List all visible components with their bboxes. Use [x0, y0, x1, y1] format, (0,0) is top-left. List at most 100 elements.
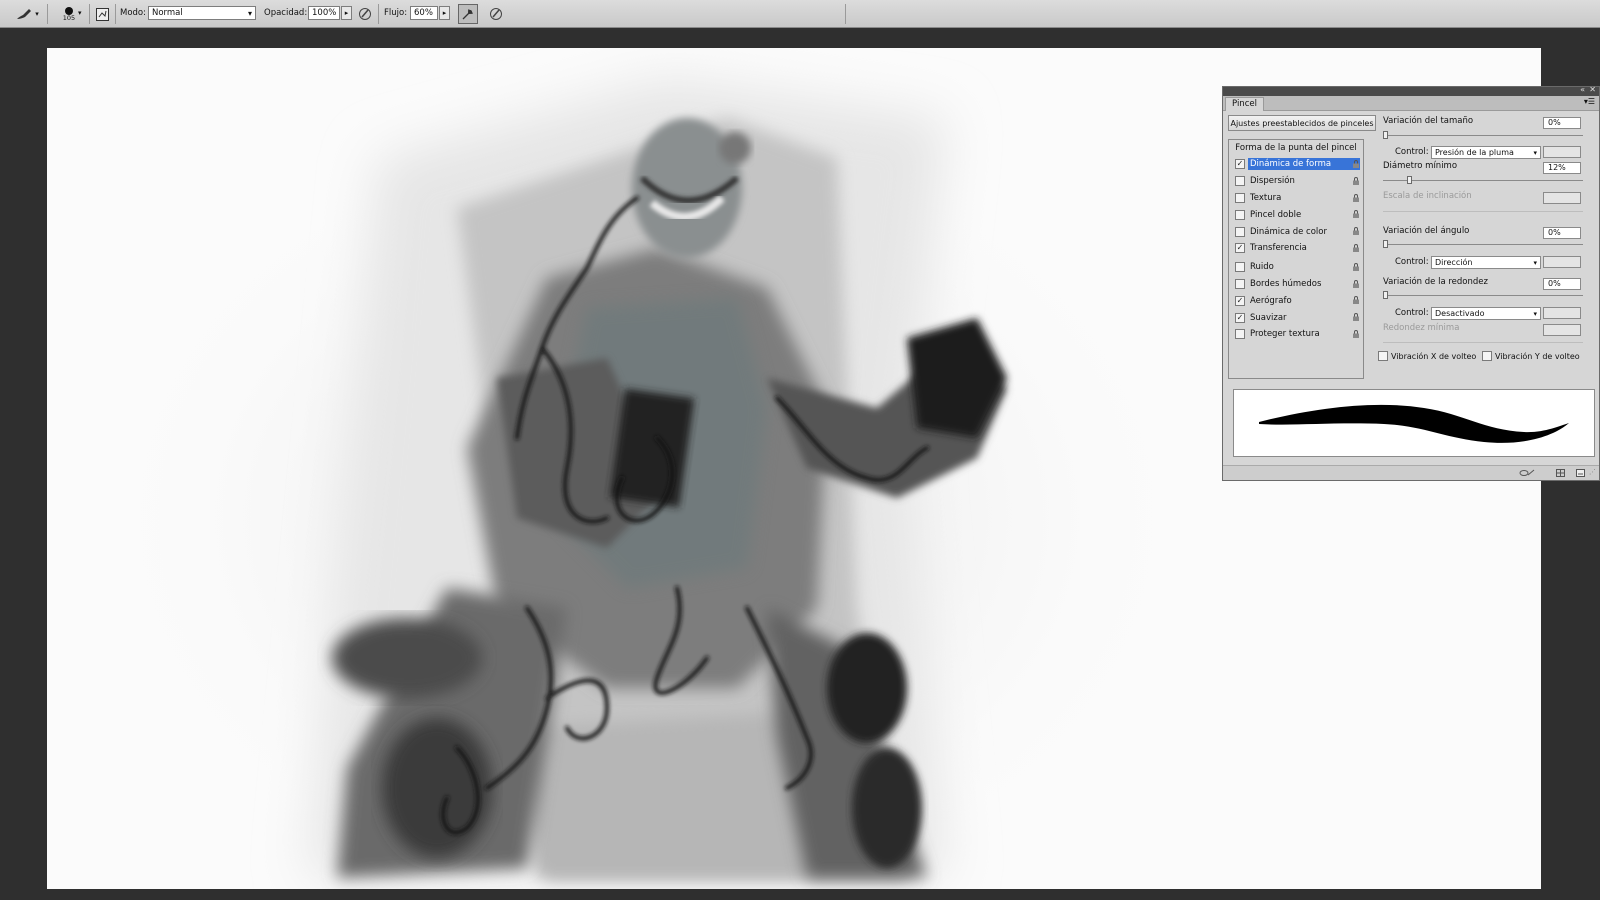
category-checkbox[interactable] — [1235, 226, 1245, 237]
category-checkbox[interactable]: ✓ — [1235, 312, 1245, 323]
flip-x-jitter-checkbox[interactable]: Vibración X de volteo — [1378, 351, 1476, 361]
lock-icon[interactable] — [1352, 176, 1360, 185]
category-label[interactable]: Ruido — [1248, 261, 1360, 273]
angle-jitter-input[interactable]: 0% — [1543, 227, 1581, 239]
roundness-control-select[interactable]: Desactivado ▾ — [1431, 307, 1541, 320]
category-label[interactable]: Pincel doble — [1248, 209, 1360, 221]
category-checkbox[interactable]: ✓ — [1235, 243, 1245, 254]
roundness-jitter-slider-thumb[interactable] — [1383, 291, 1388, 299]
roundness-jitter-slider[interactable] — [1383, 295, 1583, 296]
brush-category-item[interactable]: Ruido — [1229, 259, 1363, 276]
tab-brush[interactable]: Pincel — [1225, 97, 1264, 111]
flow-slider-toggle[interactable]: ▸ — [439, 6, 450, 20]
category-label[interactable]: Aerógrafo — [1248, 295, 1360, 307]
min-diameter-label: Diámetro mínimo — [1383, 161, 1458, 171]
size-jitter-input[interactable]: 0% — [1543, 117, 1581, 129]
panel-title-bar[interactable]: « ✕ — [1223, 85, 1599, 96]
brush-category-item[interactable]: Bordes húmedos — [1229, 276, 1363, 293]
category-checkbox[interactable]: ✓ — [1235, 159, 1245, 170]
separator — [378, 4, 379, 24]
angle-control-select[interactable]: Dirección ▾ — [1431, 256, 1541, 269]
toggle-preview-icon[interactable] — [1519, 469, 1535, 477]
lock-icon[interactable] — [1352, 313, 1360, 322]
lock-icon[interactable] — [1352, 193, 1360, 202]
min-diameter-slider[interactable] — [1383, 180, 1583, 181]
close-icon[interactable]: ✕ — [1589, 85, 1596, 94]
brush-category-item[interactable]: Pincel doble — [1229, 206, 1363, 223]
category-label[interactable]: Textura — [1248, 192, 1360, 204]
opacity-slider-toggle[interactable]: ▸ — [341, 6, 352, 20]
brush-category-item[interactable]: Dinámica de color — [1229, 223, 1363, 240]
lock-icon[interactable] — [1352, 160, 1360, 168]
category-checkbox[interactable] — [1235, 192, 1245, 203]
lock-icon[interactable] — [1352, 210, 1360, 219]
brush-category-item[interactable]: ✓ Suavizar — [1229, 309, 1363, 326]
roundness-jitter-label: Variación de la redondez — [1383, 277, 1488, 287]
category-label[interactable]: Transferencia — [1248, 242, 1360, 254]
checkbox-box[interactable] — [1482, 351, 1492, 361]
separator — [115, 4, 116, 24]
tilt-scale-slider — [1383, 211, 1583, 212]
collapse-panel-icon[interactable]: « — [1580, 85, 1585, 94]
size-control-select[interactable]: Presión de la pluma ▾ — [1431, 146, 1541, 159]
pressure-opacity-button[interactable] — [356, 4, 374, 24]
size-control-label: Control: — [1395, 147, 1429, 157]
category-label[interactable]: Proteger textura — [1248, 328, 1360, 340]
brush-category-item[interactable]: ✓ Dinámica de forma — [1229, 156, 1363, 173]
category-label[interactable]: Dispersión — [1248, 175, 1360, 187]
roundness-jitter-input[interactable]: 0% — [1543, 278, 1581, 290]
pressure-size-button[interactable] — [487, 4, 505, 24]
chevron-down-icon[interactable]: ▾ — [78, 9, 82, 17]
category-checkbox[interactable] — [1235, 262, 1245, 273]
lock-icon[interactable] — [1352, 227, 1360, 236]
flow-input[interactable]: 60% — [410, 6, 438, 20]
brush-grid-icon[interactable] — [1556, 469, 1565, 477]
new-preset-icon[interactable] — [1576, 469, 1585, 477]
size-jitter-slider[interactable] — [1383, 135, 1583, 136]
category-label[interactable]: Bordes húmedos — [1248, 278, 1360, 290]
category-checkbox[interactable] — [1235, 176, 1245, 187]
roundness-control-extra-input — [1543, 307, 1581, 319]
lock-icon[interactable] — [1352, 279, 1360, 288]
lock-icon[interactable] — [1352, 296, 1360, 305]
angle-jitter-slider[interactable] — [1383, 244, 1583, 245]
angle-jitter-slider-thumb[interactable] — [1383, 240, 1388, 248]
tilt-scale-input — [1543, 192, 1581, 204]
category-checkbox[interactable] — [1235, 278, 1245, 289]
chevron-down-icon: ▾ — [1533, 310, 1537, 318]
brush-category-item[interactable]: Dispersión — [1229, 173, 1363, 190]
min-diameter-input[interactable]: 12% — [1543, 162, 1581, 174]
opacity-input[interactable]: 100% — [308, 6, 340, 20]
flow-label: Flujo: — [384, 8, 408, 18]
brush-presets-button[interactable]: Ajustes preestablecidos de pinceles — [1228, 115, 1376, 131]
category-checkbox[interactable]: ✓ — [1235, 295, 1245, 306]
lock-icon[interactable] — [1352, 262, 1360, 271]
brush-size-value: 105 — [62, 13, 76, 22]
airbrush-toggle-button[interactable] — [458, 4, 478, 24]
brush-tool-preset-picker[interactable]: ▾ — [12, 4, 42, 24]
mode-select[interactable]: Normal ▾ — [148, 6, 256, 20]
brush-category-item[interactable]: ✓ Aerógrafo — [1229, 292, 1363, 309]
size-control-value: Presión de la pluma — [1435, 148, 1514, 157]
category-label[interactable]: Dinámica de color — [1248, 226, 1360, 238]
size-jitter-slider-thumb[interactable] — [1383, 131, 1388, 139]
opacity-value: 100% — [312, 8, 337, 18]
lock-icon[interactable] — [1352, 244, 1360, 252]
chevron-down-icon: ▾ — [1533, 149, 1537, 157]
brush-category-item[interactable]: Textura — [1229, 190, 1363, 207]
brush-category-item[interactable]: ✓ Transferencia — [1229, 240, 1363, 257]
category-label[interactable]: Suavizar — [1248, 312, 1360, 324]
checkbox-box[interactable] — [1378, 351, 1388, 361]
chevron-down-icon: ▾ — [247, 9, 252, 18]
brush-tip-shape-item[interactable]: Forma de la punta del pincel — [1229, 140, 1363, 156]
category-checkbox[interactable] — [1235, 209, 1245, 220]
panel-menu-icon[interactable]: ▾☰ — [1584, 97, 1595, 106]
category-checkbox[interactable] — [1235, 329, 1245, 340]
resize-grip-icon[interactable]: ⋰ — [1589, 468, 1596, 476]
toggle-brush-panel-button[interactable] — [93, 4, 111, 24]
brush-category-item[interactable]: Proteger textura — [1229, 326, 1363, 343]
min-diameter-slider-thumb[interactable] — [1407, 176, 1412, 184]
flip-y-jitter-checkbox[interactable]: Vibración Y de volteo — [1482, 351, 1580, 361]
lock-icon[interactable] — [1352, 330, 1360, 338]
category-label[interactable]: Dinámica de forma — [1248, 158, 1360, 171]
